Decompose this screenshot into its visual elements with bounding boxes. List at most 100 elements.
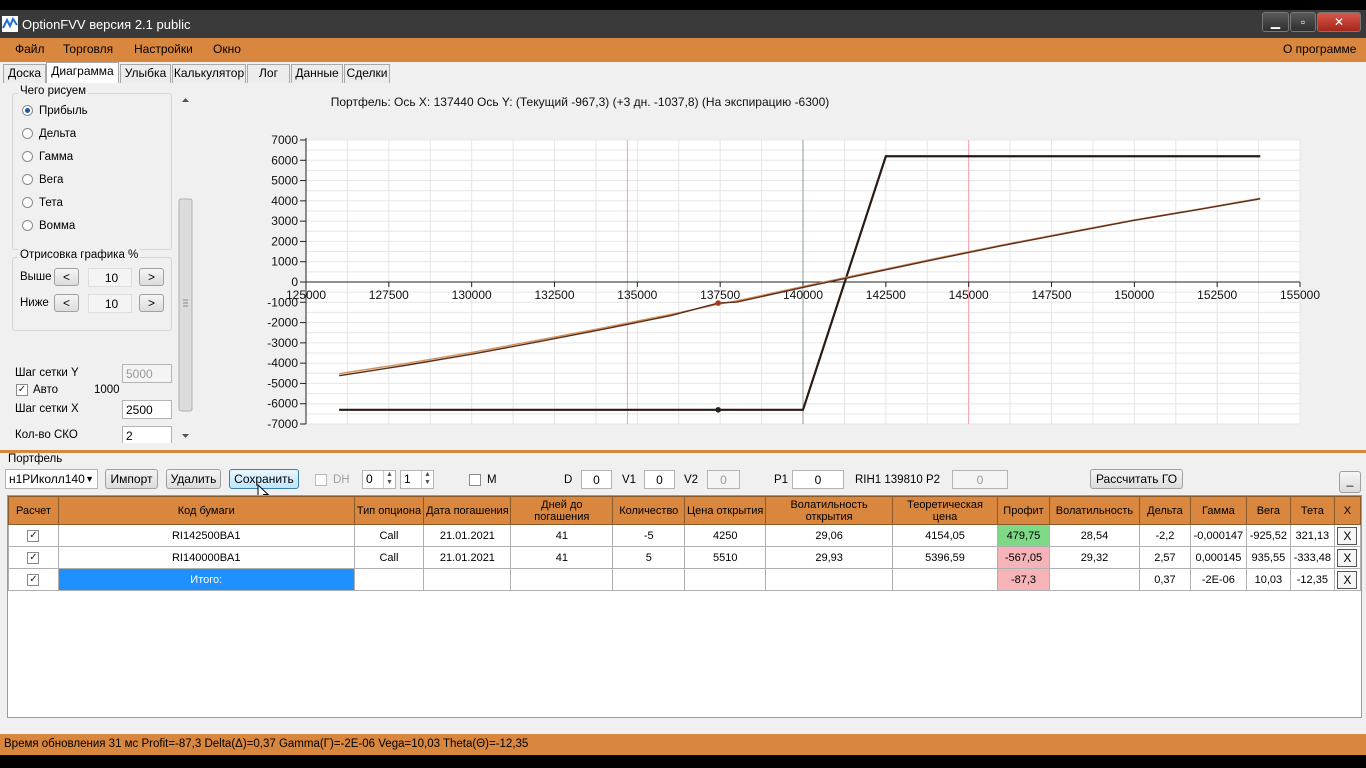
left-panel-scrollbar[interactable] [177, 96, 194, 444]
scrollbar-graphic[interactable] [177, 96, 194, 444]
remove-row-button[interactable]: X [1337, 570, 1358, 589]
tab-smile[interactable]: Улыбка [120, 64, 171, 83]
dh-checkbox[interactable] [315, 474, 327, 486]
grid-cell: 41 [510, 546, 614, 569]
tab-data[interactable]: Данные [291, 64, 343, 83]
auto-value: 1000 [94, 384, 120, 396]
below-increase-button[interactable]: > [139, 294, 164, 312]
v1-input[interactable]: 0 [644, 470, 675, 489]
minimize-button[interactable]: ▁ [1262, 12, 1289, 32]
radio-delta[interactable]: Дельта [22, 128, 76, 140]
remove-row-cell[interactable]: X [1333, 568, 1362, 591]
p2-input[interactable]: 0 [952, 470, 1008, 489]
d-input[interactable]: 0 [581, 470, 612, 489]
collapse-button[interactable]: _ [1339, 471, 1361, 493]
grid-cell [684, 568, 767, 591]
above-value[interactable]: 10 [88, 268, 132, 287]
tab-trades[interactable]: Сделки [344, 64, 390, 83]
spin-2-arrows-icon[interactable]: ▲ ▼ [421, 471, 433, 488]
grid-header-cell[interactable]: Тип опциона [353, 496, 425, 525]
portfolio-select-value: н1РИколл140 [9, 472, 85, 486]
menu-window[interactable]: Окно [213, 42, 241, 56]
y-tick-label: -7000 [267, 417, 298, 431]
grid-header-cell[interactable]: Вега [1245, 496, 1291, 525]
tab-board[interactable]: Доска [3, 64, 46, 83]
grid-header-cell[interactable]: Волатильность [1048, 496, 1140, 525]
grid-cell: 4250 [684, 524, 767, 547]
y-tick-label: 3000 [271, 214, 298, 228]
radio-vomma[interactable]: Вомма [22, 220, 75, 232]
calc-checkbox-cell[interactable]: ✓ [8, 524, 59, 547]
spin-1-arrows-icon[interactable]: ▲ ▼ [383, 471, 395, 488]
grid-header-cell[interactable]: Код бумаги [57, 496, 355, 525]
below-decrease-button[interactable]: < [54, 294, 79, 312]
grid-y-label: Шаг сетки Y [15, 367, 79, 379]
splitter-bar[interactable] [0, 450, 1366, 453]
grid-header-cell[interactable]: Количество [612, 496, 686, 525]
grid-x-input[interactable]: 2500 [122, 400, 172, 419]
y-tick-label: -6000 [267, 397, 298, 411]
rih-label: RIH1 139810 [855, 474, 923, 486]
v1-label: V1 [622, 474, 637, 486]
y-tick-label: 5000 [271, 174, 298, 188]
total-row[interactable]: ✓ Итого: -87,3 0,37 -2E-06 10,03 -12,35 X [8, 568, 1362, 591]
grid-header-cell[interactable]: Дней до погашения [510, 496, 614, 525]
grid-header-cell[interactable]: X [1333, 496, 1362, 525]
x-tick-label: 137500 [700, 288, 740, 302]
grid-header-cell[interactable]: Профит [997, 496, 1050, 525]
calc-go-button[interactable]: Рассчитать ГО [1090, 469, 1183, 489]
calc-checkbox[interactable]: ✓ [27, 574, 40, 586]
remove-row-cell[interactable]: X [1333, 546, 1362, 569]
tab-calculator[interactable]: Калькулятор [172, 64, 246, 83]
table-row[interactable]: ✓ RI140000BA1 Call 21.01.2021 41 5 5510 29,93 53… [8, 546, 1362, 569]
radio-vega[interactable]: Вега [22, 174, 63, 186]
radio-profit[interactable]: Прибыль [22, 105, 88, 117]
calc-checkbox[interactable]: ✓ [27, 552, 40, 564]
auto-label: Авто [33, 384, 59, 396]
menu-file[interactable]: Файл [15, 42, 45, 56]
calc-checkbox[interactable]: ✓ [27, 530, 40, 542]
grid-cell [892, 568, 998, 591]
radio-theta[interactable]: Тета [22, 197, 63, 209]
menu-settings[interactable]: Настройки [134, 42, 193, 56]
grid-header-cell[interactable]: Расчет [8, 496, 59, 525]
p1-input[interactable]: 0 [792, 470, 844, 489]
grid-header-cell[interactable]: Теоретическая цена [892, 496, 998, 525]
sko-input[interactable]: 2 [122, 426, 172, 443]
screen-bottom-border [0, 755, 1366, 768]
auto-checkbox[interactable]: ✓ [16, 384, 28, 396]
close-button[interactable]: ✕ [1317, 12, 1361, 32]
radio-gamma[interactable]: Гамма [22, 151, 73, 163]
grid-header-cell[interactable]: Гамма [1189, 496, 1247, 525]
portfolio-select[interactable]: н1РИколл140 ▼ [5, 469, 98, 489]
calc-checkbox-cell[interactable]: ✓ [8, 568, 59, 591]
above-decrease-button[interactable]: < [54, 268, 79, 286]
grid-header-cell[interactable]: Волатильность открытия [765, 496, 894, 525]
grid-cell: 21.01.2021 [423, 546, 512, 569]
grid-header-cell[interactable]: Дельта [1138, 496, 1191, 525]
grid-header-cell[interactable]: Тета [1289, 496, 1335, 525]
above-increase-button[interactable]: > [139, 268, 164, 286]
menu-about[interactable]: О программе [1283, 42, 1356, 56]
import-button[interactable]: Импорт [105, 469, 158, 489]
grid-cell: 28,54 [1048, 524, 1140, 547]
tab-log[interactable]: Лог [247, 64, 290, 83]
portfolio-toolbar: н1РИколл140 ▼ Импорт Удалить Сохранить D… [0, 466, 1366, 503]
grid-y-input[interactable]: 5000 [122, 364, 172, 383]
remove-row-button[interactable]: X [1337, 548, 1358, 567]
remove-row-button[interactable]: X [1337, 526, 1358, 545]
v2-input[interactable]: 0 [707, 470, 740, 489]
grid-cell [612, 568, 686, 591]
grid-header-cell[interactable]: Дата погашения [423, 496, 512, 525]
grid-header-cell[interactable]: Цена открытия [684, 496, 767, 525]
m-checkbox[interactable] [469, 474, 481, 486]
grid-cell: 5 [612, 546, 686, 569]
below-value[interactable]: 10 [88, 294, 132, 313]
calc-checkbox-cell[interactable]: ✓ [8, 546, 59, 569]
delete-button[interactable]: Удалить [166, 469, 221, 489]
tab-diagram[interactable]: Диаграмма [46, 62, 119, 83]
menu-trade[interactable]: Торговля [63, 42, 113, 56]
remove-row-cell[interactable]: X [1333, 524, 1362, 547]
maximize-button[interactable]: ▫ [1290, 12, 1316, 32]
table-row[interactable]: ✓ RI142500BA1 Call 21.01.2021 41 -5 4250 29,06 4… [8, 524, 1362, 547]
